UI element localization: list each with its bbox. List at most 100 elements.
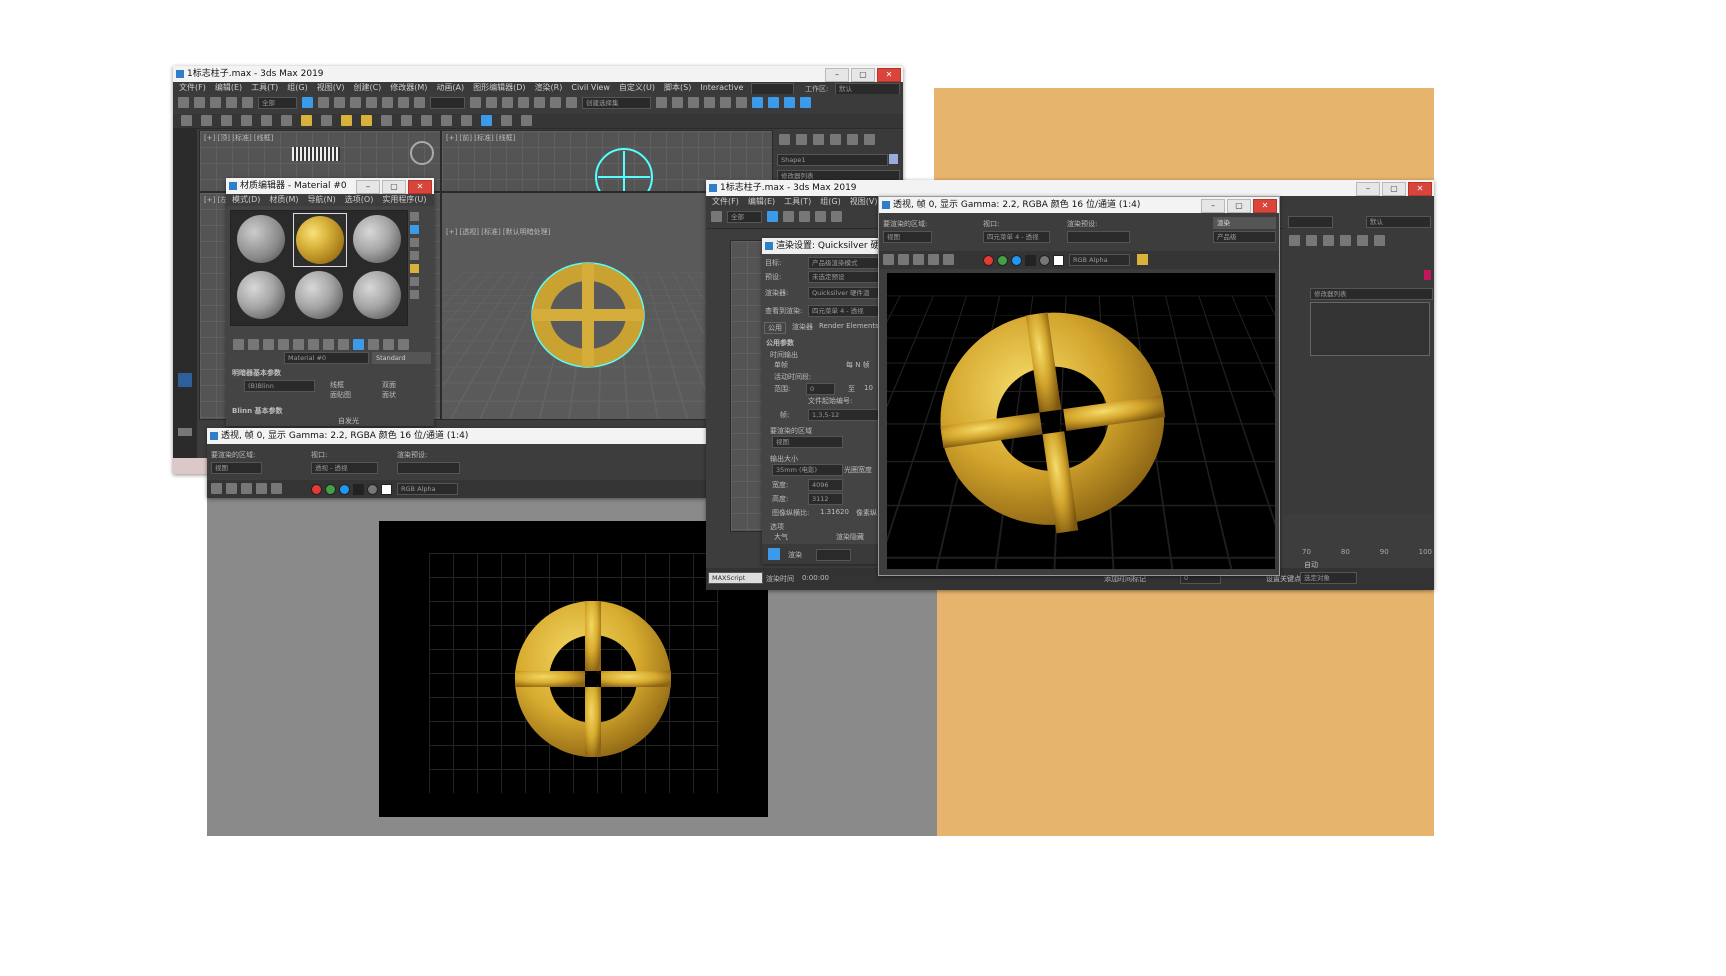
modify-tab-icon[interactable] xyxy=(796,134,807,145)
play-icon[interactable] xyxy=(178,428,192,436)
front-channel-select[interactable]: RGB Alpha xyxy=(397,483,458,495)
second-menu-item-4[interactable]: 视图(V) xyxy=(850,196,878,208)
options-icon[interactable] xyxy=(410,290,419,299)
s-move-icon[interactable] xyxy=(815,211,826,222)
sample-type-icon[interactable] xyxy=(410,212,419,221)
red-channel-toggle[interactable] xyxy=(311,484,322,495)
p-swatch-color[interactable] xyxy=(1053,255,1064,266)
p-display-icon[interactable] xyxy=(1137,254,1148,265)
rs-render-mode[interactable] xyxy=(816,549,851,561)
rs-rollout-common[interactable]: 公用参数 xyxy=(766,338,794,348)
rs-width-field[interactable]: 4096 xyxy=(808,479,843,491)
r-utilities-icon[interactable] xyxy=(1374,235,1385,246)
main-menu-item-1[interactable]: 编辑(E) xyxy=(215,82,242,94)
main-menu-item-0[interactable]: 文件(F) xyxy=(179,82,206,94)
hierarchy-tab-icon[interactable] xyxy=(813,134,824,145)
material-menu-item-3[interactable]: 选项(O) xyxy=(345,194,374,206)
material-editor-icon[interactable] xyxy=(752,97,763,108)
front-viewport-select[interactable]: 透视 - 透视 xyxy=(311,462,378,474)
show-shaded-icon[interactable] xyxy=(353,339,364,350)
mat-maximize-button[interactable]: ▢ xyxy=(382,180,406,194)
show-end-icon[interactable] xyxy=(368,339,379,350)
close-button[interactable]: ✕ xyxy=(877,68,901,82)
viewcube-top[interactable] xyxy=(410,141,434,165)
rs-active-segment[interactable]: 活动时间段: xyxy=(774,372,811,382)
schematic-icon[interactable] xyxy=(736,97,747,108)
motion-tab-icon[interactable] xyxy=(830,134,841,145)
wire-checkbox[interactable]: 线框 xyxy=(330,380,344,390)
main-menu-item-8[interactable]: 图形编辑器(D) xyxy=(473,82,525,94)
sample-slot-5[interactable] xyxy=(295,271,343,319)
rs-aspect-value[interactable]: 1.31620 xyxy=(820,508,849,516)
p-alpha-channel-toggle[interactable] xyxy=(1025,255,1036,266)
object-name-field[interactable]: Shape1 xyxy=(777,154,888,166)
bind-icon[interactable] xyxy=(242,97,253,108)
rs-tab-common[interactable]: 公用 xyxy=(764,322,786,334)
p-print-icon[interactable] xyxy=(928,254,939,265)
sample-slot-2-active[interactable] xyxy=(293,213,347,267)
ribbon-icon-4[interactable] xyxy=(241,115,252,126)
front-preset-select[interactable] xyxy=(397,462,460,474)
scale-icon[interactable] xyxy=(398,97,409,108)
shader-select[interactable]: (B)Blinn xyxy=(244,380,315,392)
r-motion-icon[interactable] xyxy=(1340,235,1351,246)
material-type-button[interactable]: Standard xyxy=(372,352,431,364)
put-library-icon[interactable] xyxy=(323,339,334,350)
rs-renderer-select[interactable]: Quicksilver 硬件渲 xyxy=(808,287,878,299)
ribbon-icon-1[interactable] xyxy=(181,115,192,126)
mono-toggle[interactable] xyxy=(367,484,378,495)
mat-close-button[interactable]: ✕ xyxy=(408,180,432,194)
rs-render-hidden-checkbox[interactable]: 渲染隐藏 xyxy=(836,532,864,542)
reset-map-icon[interactable] xyxy=(278,339,289,350)
second-modifier-list[interactable]: 修改器列表 xyxy=(1310,288,1433,300)
p-save-image-icon[interactable] xyxy=(883,254,894,265)
main-menu-item-7[interactable]: 动画(A) xyxy=(436,82,464,94)
material-menu-item-0[interactable]: 模式(D) xyxy=(232,194,260,206)
second-menu-item-1[interactable]: 编辑(E) xyxy=(748,196,775,208)
persp-close-button[interactable]: ✕ xyxy=(1253,199,1277,213)
unlink-icon[interactable] xyxy=(226,97,237,108)
face-map-checkbox[interactable]: 面贴图 xyxy=(330,390,351,400)
window-cross-icon[interactable] xyxy=(350,97,361,108)
rs-frames-field[interactable]: 1,3,5-12 xyxy=(808,409,878,421)
mirror-icon[interactable] xyxy=(656,97,667,108)
viewport-layout-icon[interactable] xyxy=(178,373,192,387)
p-red-channel-toggle[interactable] xyxy=(983,255,994,266)
s-rotate-icon[interactable] xyxy=(831,211,842,222)
rect-select-icon[interactable] xyxy=(334,97,345,108)
unique-icon[interactable] xyxy=(308,339,319,350)
ribbon-icon-14[interactable] xyxy=(441,115,452,126)
ribbon-icon-12[interactable] xyxy=(401,115,412,126)
background-icon[interactable] xyxy=(410,238,419,247)
second-menu-item-0[interactable]: 文件(F) xyxy=(712,196,739,208)
utilities-tab-icon[interactable] xyxy=(864,134,875,145)
rs-every-n[interactable]: 每 N 帧 xyxy=(846,360,870,370)
p-copy-image-icon[interactable] xyxy=(898,254,909,265)
maximize-button[interactable]: ▢ xyxy=(851,68,875,82)
ribbon-icon-6[interactable] xyxy=(281,115,292,126)
named-selection-set[interactable]: 创建选择集 xyxy=(582,97,651,109)
main-menu-item-12[interactable]: 脚本(S) xyxy=(664,82,691,94)
second-maximize-button[interactable]: ▢ xyxy=(1382,182,1406,196)
s-select-icon[interactable] xyxy=(767,211,778,222)
video-check-icon[interactable] xyxy=(410,264,419,273)
maxscript-mini-listener[interactable]: MAXScript xyxy=(708,572,763,584)
go-parent-icon[interactable] xyxy=(383,339,394,350)
ribbon-icon-5[interactable] xyxy=(261,115,272,126)
persp-area-select[interactable]: 视图 xyxy=(883,231,932,243)
r-modify-icon[interactable] xyxy=(1306,235,1317,246)
persp-minimize-button[interactable]: – xyxy=(1201,199,1225,213)
persp-viewport-select[interactable]: 四元菜单 4 - 透视 xyxy=(983,231,1050,243)
rs-tab-elements[interactable]: Render Elements xyxy=(819,322,878,334)
link-icon[interactable] xyxy=(210,97,221,108)
sample-slot-6[interactable] xyxy=(353,271,401,319)
copy-image-icon[interactable] xyxy=(226,483,237,494)
rs-render-teapot-icon[interactable] xyxy=(768,548,780,560)
rs-area-select[interactable]: 视图 xyxy=(772,436,843,448)
place-icon[interactable] xyxy=(414,97,425,108)
s-selection-filter[interactable]: 全部 xyxy=(727,211,762,223)
sample-slot-1[interactable] xyxy=(237,215,285,263)
ribbon-icon-15[interactable] xyxy=(461,115,472,126)
r-display-icon[interactable] xyxy=(1357,235,1368,246)
save-image-icon[interactable] xyxy=(211,483,222,494)
